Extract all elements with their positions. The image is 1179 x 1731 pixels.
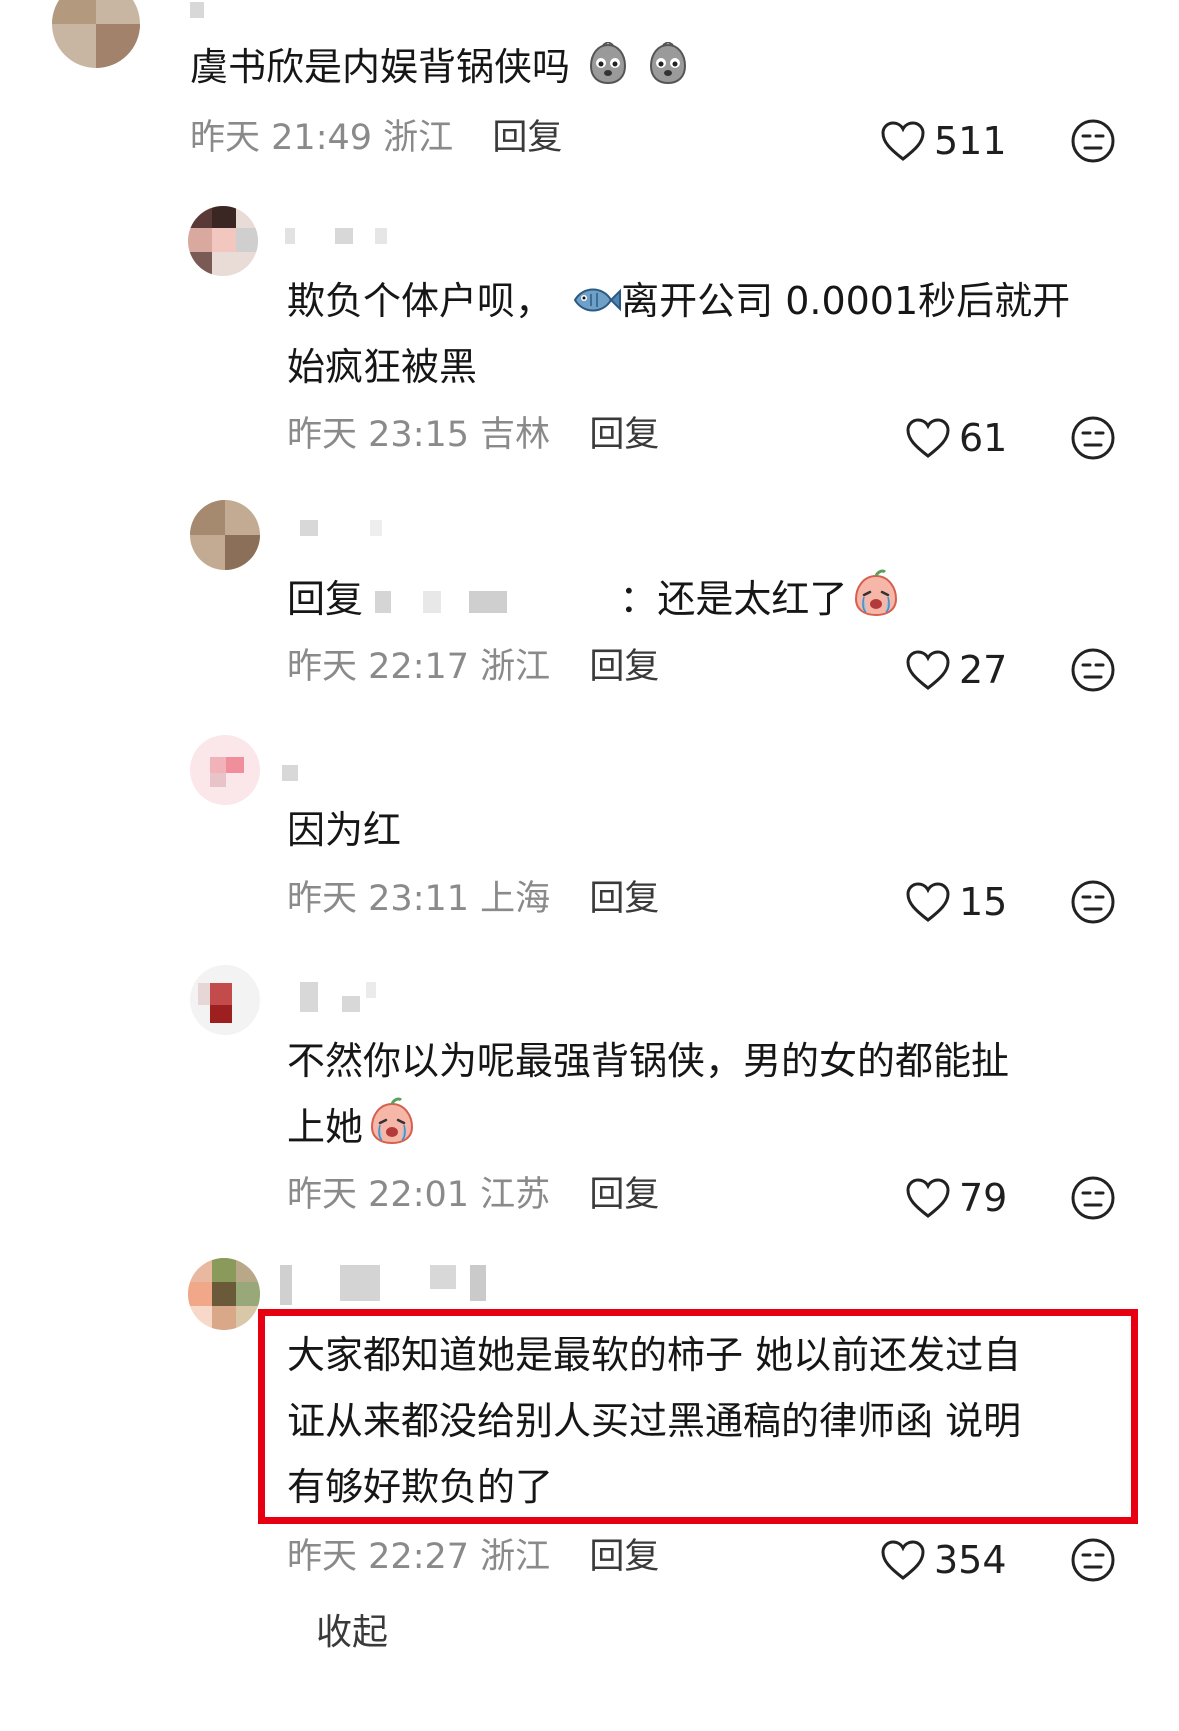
collapse-replies-button[interactable]: 收起	[316, 1608, 388, 1658]
meh-face-icon[interactable]	[1070, 879, 1116, 925]
comment-time: 23:15	[368, 415, 470, 455]
like-button[interactable]: 27	[905, 645, 1007, 695]
crying-peach-emoji	[855, 569, 898, 617]
meh-face-icon[interactable]	[1070, 118, 1116, 164]
reply-prefix: 回复	[287, 577, 364, 621]
comment-location: 上海	[480, 879, 551, 919]
heart-outline-icon	[906, 418, 950, 458]
like-count: 15	[959, 880, 1008, 924]
comment-meta: 昨天 23:11 上海 回复	[287, 874, 659, 924]
comment-time: 21:49	[271, 118, 373, 158]
comment-location: 浙江	[383, 118, 454, 158]
heart-outline-icon	[881, 121, 925, 161]
comment-location: 吉林	[480, 415, 551, 455]
comment-date: 昨天	[287, 879, 358, 919]
avatar[interactable]	[190, 735, 260, 805]
comment-time: 22:01	[368, 1175, 470, 1215]
like-button[interactable]: 79	[905, 1173, 1007, 1223]
heart-outline-icon	[906, 882, 950, 922]
meh-face-icon[interactable]	[1070, 415, 1116, 461]
like-count: 27	[959, 648, 1008, 692]
avatar[interactable]	[188, 206, 258, 276]
like-button[interactable]: 511	[880, 116, 1007, 166]
like-count: 61	[959, 416, 1008, 460]
heart-outline-icon	[906, 1178, 950, 1218]
fish-emoji	[573, 288, 622, 312]
reply-button[interactable]: 回复	[589, 1537, 659, 1577]
comment-meta: 昨天 21:49 浙江 回复	[190, 113, 562, 163]
comment-date: 昨天	[190, 118, 261, 158]
comment-time: 23:11	[368, 879, 470, 919]
reply-button[interactable]: 回复	[589, 879, 659, 919]
heart-outline-icon	[906, 650, 950, 690]
comment-location: 江苏	[480, 1175, 551, 1215]
meh-face-icon[interactable]	[1070, 1175, 1116, 1221]
crying-peach-emoji	[371, 1097, 414, 1145]
username-blurred[interactable]	[282, 765, 312, 781]
crying-blob-emoji	[650, 42, 687, 85]
meh-face-icon[interactable]	[1070, 1537, 1116, 1583]
crying-blob-emoji	[590, 42, 627, 85]
comment-text: 不然你以为呢最强背锅侠，男的女的都能扯 上她	[287, 1039, 1010, 1149]
like-count: 354	[934, 1538, 1007, 1582]
meh-face-icon[interactable]	[1070, 647, 1116, 693]
comment-time: 22:27	[368, 1537, 470, 1577]
comment-meta: 昨天 22:01 江苏 回复	[287, 1170, 659, 1220]
username-blurred[interactable]	[280, 1265, 500, 1305]
comment-text: 回复 ：还是太红了	[287, 566, 901, 632]
username-blurred[interactable]	[300, 520, 390, 536]
comment-text: 欺负个体户呗， 离开公司 0.0001秒后就开 始疯狂被黑	[287, 279, 1071, 389]
username-blurred[interactable]	[190, 2, 230, 18]
like-button[interactable]: 15	[905, 877, 1007, 927]
comment-meta: 昨天 22:27 浙江 回复	[287, 1532, 659, 1582]
avatar[interactable]	[190, 965, 260, 1035]
reply-button[interactable]: 回复	[589, 1175, 659, 1215]
comment-text: 因为红	[287, 808, 402, 852]
comment-text: 大家都知道她是最软的柿子 她以前还发过自 证从来都没给别人买过黑通稿的律师函 说…	[287, 1333, 1022, 1509]
like-button[interactable]: 354	[880, 1535, 1007, 1585]
like-count: 511	[934, 119, 1007, 163]
comment-date: 昨天	[287, 1537, 358, 1577]
comment-date: 昨天	[287, 415, 358, 455]
comment-meta: 昨天 22:17 浙江 回复	[287, 642, 659, 692]
comment-date: 昨天	[287, 1175, 358, 1215]
reply-button[interactable]: 回复	[589, 415, 659, 455]
like-button[interactable]: 61	[905, 413, 1007, 463]
comment-meta: 昨天 23:15 吉林 回复	[287, 410, 659, 460]
username-blurred[interactable]	[300, 982, 400, 1012]
heart-outline-icon	[881, 1540, 925, 1580]
comment-location: 浙江	[480, 647, 551, 687]
comment-text: 虞书欣是内娱背锅侠吗	[190, 34, 690, 100]
comment-time: 22:17	[368, 647, 470, 687]
username-blurred[interactable]	[285, 228, 465, 244]
avatar[interactable]	[188, 1258, 260, 1330]
mentioned-username-blurred[interactable]	[375, 590, 392, 613]
reply-button[interactable]: 回复	[589, 647, 659, 687]
avatar[interactable]	[52, 0, 140, 68]
like-count: 79	[959, 1176, 1008, 1220]
avatar[interactable]	[190, 500, 260, 570]
comment-location: 浙江	[480, 1537, 551, 1577]
comment-date: 昨天	[287, 647, 358, 687]
reply-button[interactable]: 回复	[492, 118, 562, 158]
